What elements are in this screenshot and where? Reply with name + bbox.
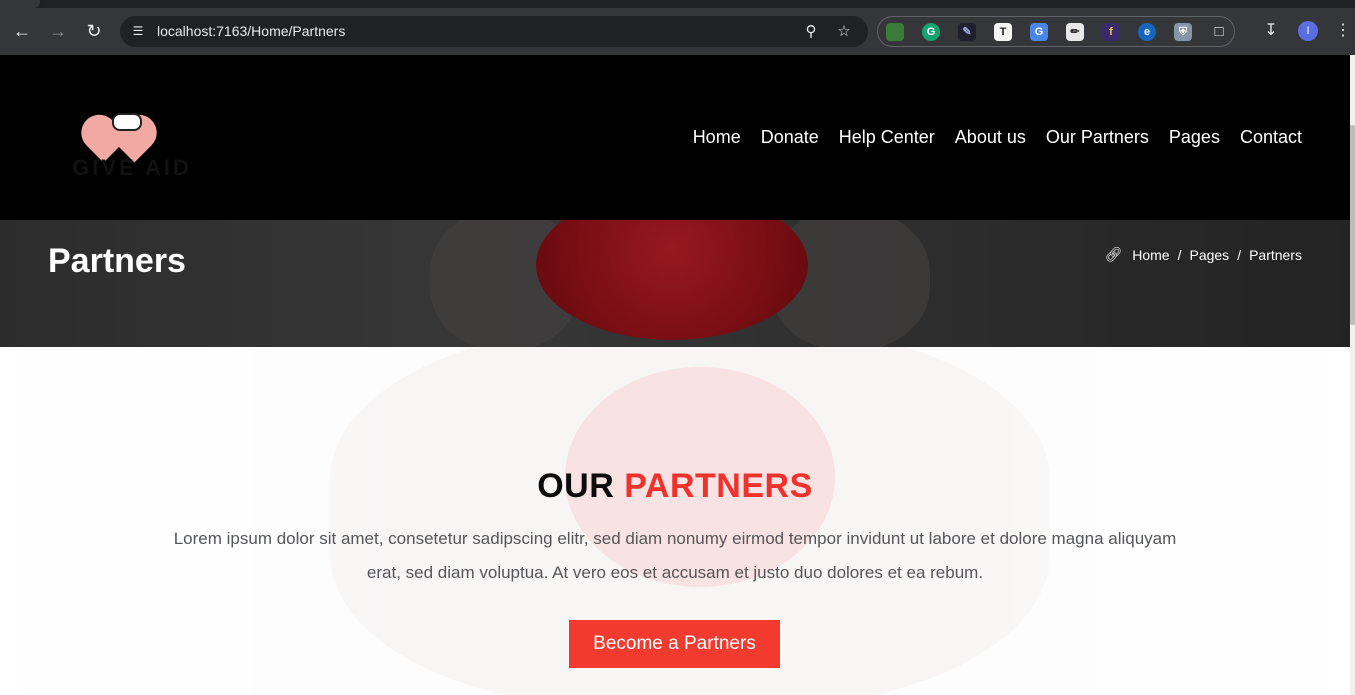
breadcrumb-pages[interactable]: Pages <box>1189 247 1229 263</box>
zoom-icon[interactable]: ⚲ <box>801 22 821 42</box>
forward-icon[interactable]: → <box>47 20 69 42</box>
extensions-group: G ✎ T G ✏ f e ⛨ □ <box>877 16 1235 47</box>
site-info-icon[interactable]: ☰ <box>130 23 146 39</box>
logo-hands-icon <box>112 113 142 131</box>
section-title-accent: PARTNERS <box>624 467 813 505</box>
become-partner-button[interactable]: Become a Partners <box>569 620 780 668</box>
bookmark-star-icon[interactable]: ☆ <box>834 22 854 42</box>
download-icon[interactable]: ↧ <box>1261 21 1281 41</box>
tab-strip-background <box>44 0 1355 8</box>
section-title: OUR PARTNERS <box>0 467 1350 506</box>
tab-strip <box>0 0 1355 8</box>
web-page: GIVE AID Home Donate Help Center About u… <box>0 55 1350 695</box>
breadcrumb-separator: / <box>1177 246 1182 263</box>
menu-kebab-icon[interactable]: ⋮ <box>1333 21 1353 41</box>
reload-icon[interactable]: ↻ <box>83 20 105 42</box>
link-icon: 🔗︎ <box>1104 246 1123 262</box>
page-banner: Partners 🔗︎ Home / Pages / Partners <box>0 220 1350 347</box>
partners-section: OUR PARTNERS Lorem ipsum dolor sit amet,… <box>0 347 1350 695</box>
shield-extension-icon[interactable]: ⛨ <box>1174 23 1192 41</box>
breadcrumb-separator: / <box>1237 246 1242 263</box>
nav-contact[interactable]: Contact <box>1240 127 1302 148</box>
nav-pages[interactable]: Pages <box>1169 127 1220 148</box>
nav-donate[interactable]: Donate <box>761 127 819 148</box>
browser-toolbar: ← → ↻ ☰ localhost:7163/Home/Partners ⚲ ☆… <box>0 8 1355 55</box>
banner-overlay <box>0 220 1350 347</box>
page-scrollbar[interactable] <box>1350 55 1355 695</box>
extensions-puzzle-icon[interactable]: □ <box>1210 23 1228 41</box>
section-description: Lorem ipsum dolor sit amet, consetetur s… <box>173 529 1177 582</box>
active-tab-edge[interactable] <box>0 0 40 8</box>
nav-home[interactable]: Home <box>693 127 741 148</box>
scrollbar-thumb[interactable] <box>1350 125 1355 325</box>
breadcrumb-current: Partners <box>1249 246 1302 263</box>
nav-about-us[interactable]: About us <box>955 127 1026 148</box>
give-aid-logo[interactable]: GIVE AID <box>72 93 192 185</box>
breadcrumb: 🔗︎ Home / Pages / Partners <box>1104 246 1302 263</box>
logo-wordmark: GIVE AID <box>72 155 192 180</box>
address-bar[interactable]: ☰ localhost:7163/Home/Partners ⚲ ☆ <box>120 16 868 47</box>
nav-our-partners[interactable]: Our Partners <box>1046 127 1149 148</box>
nav-help-center[interactable]: Help Center <box>839 127 935 148</box>
back-icon[interactable]: ← <box>11 20 33 42</box>
profile-avatar[interactable]: I <box>1298 21 1318 41</box>
page-title: Partners <box>48 242 186 280</box>
text-extension-icon[interactable]: T <box>994 23 1012 41</box>
tfs-extension-icon[interactable]: f <box>1102 23 1120 41</box>
google-translate-icon[interactable]: G <box>1030 23 1048 41</box>
edge-extension-icon[interactable]: e <box>1138 23 1156 41</box>
drawing-extension-icon[interactable]: ✏ <box>1066 23 1084 41</box>
main-navigation: Home Donate Help Center About us Our Par… <box>693 127 1302 148</box>
section-title-dark: OUR <box>537 467 615 505</box>
breadcrumb-home[interactable]: Home <box>1132 247 1169 263</box>
site-header: GIVE AID Home Donate Help Center About u… <box>0 55 1350 220</box>
url-text[interactable]: localhost:7163/Home/Partners <box>157 23 345 39</box>
colorful-extension-icon[interactable] <box>886 23 904 41</box>
grammarly-icon[interactable]: G <box>922 23 940 41</box>
eyedropper-icon[interactable]: ✎ <box>958 23 976 41</box>
